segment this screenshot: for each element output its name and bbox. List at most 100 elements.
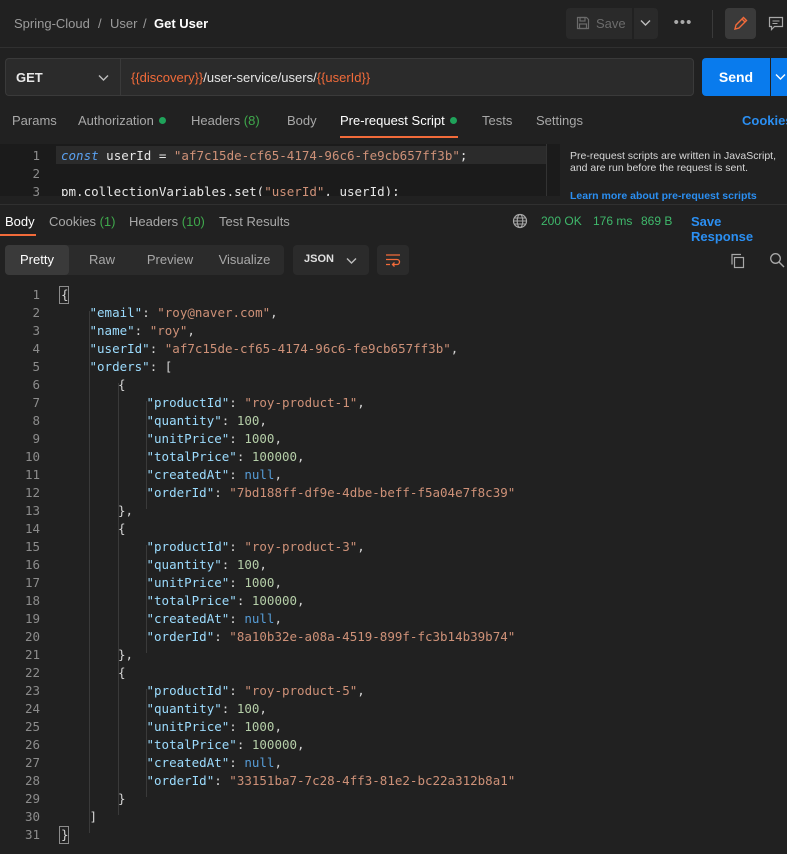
search-icon[interactable] [769,252,785,268]
breadcrumb-collection[interactable]: User [110,16,137,31]
json-key: "orderId" [146,485,215,500]
code-line: "quantity": 100, [147,413,267,428]
line-number: 19 [24,611,40,626]
globe-icon[interactable] [512,213,528,229]
send-button[interactable]: Send [702,58,770,96]
json-key: "totalPrice" [146,593,237,608]
code-line: "createdAt": null, [147,611,283,626]
response-body-viewer[interactable]: 1 {2 "email": "roy@naver.com", 3 "name": "ro… [0,285,787,854]
json-null: null [244,755,275,770]
learn-more-link[interactable]: Learn more about pre-request scripts [570,190,757,202]
json-punctuation: : [221,557,237,572]
code-line: "orderId": "33151ba7-7c28-4ff3-81e2-bc22… [147,773,516,788]
json-string: "33151ba7-7c28-4ff3-81e2-bc22a312b8a1" [229,773,516,788]
chevron-down-icon [775,74,786,80]
divider [712,10,713,38]
response-time[interactable]: 176 ms [593,214,632,228]
view-preview[interactable]: Preview [135,245,205,275]
format-label: JSON [304,253,334,265]
json-punctuation: : [236,449,252,464]
url-variable-userid: {{userId}} [316,70,371,85]
view-pretty[interactable]: Pretty [5,245,69,275]
code-line: }, [118,503,133,518]
json-key: "unitPrice" [146,719,230,734]
code-line: "email": "roy@naver.com", [90,305,278,320]
comments-button[interactable] [762,8,787,39]
status-dot [158,117,166,124]
json-key: "quantity" [146,413,222,428]
send-dropdown-button[interactable] [771,58,787,96]
format-select[interactable]: JSON [293,245,369,275]
line-number: 21 [24,647,40,662]
more-actions-button[interactable]: ••• [670,12,696,36]
code-line: "createdAt": null, [147,467,283,482]
json-punctuation: } [61,827,69,842]
code-line: { [118,665,126,680]
method-select[interactable]: GET [5,58,120,96]
response-tab-headers[interactable]: Headers (10) [129,214,205,229]
json-string: "roy-product-3" [244,539,358,554]
line-number: 1 [32,287,40,302]
tab-authorization[interactable]: Authorization [78,113,166,128]
json-punctuation: : [149,341,165,356]
tab-settings[interactable]: Settings [536,113,583,128]
code-line: "userId": "af7c15de-cf65-4174-96c6-fe9cb… [90,341,459,356]
breadcrumb-workspace[interactable]: Spring-Cloud [14,16,90,31]
copy-icon[interactable] [730,253,746,269]
json-key: "totalPrice" [146,737,237,752]
json-number: 100 [236,701,260,716]
view-visualize[interactable]: Visualize [205,245,284,275]
json-punctuation: : [229,431,245,446]
json-number: 1000 [244,431,275,446]
line-number: 11 [24,467,40,482]
save-button[interactable]: Save [566,8,632,39]
response-tab-test-results[interactable]: Test Results [219,214,290,229]
response-tab-body[interactable]: Body [5,214,35,229]
json-key: "createdAt" [146,467,230,482]
method-label: GET [16,70,43,85]
json-punctuation: , [274,755,282,770]
script-editor[interactable]: 1 2 3 const userId = "af7c15de-cf65-4174… [0,144,560,196]
code-text: userId = [98,148,174,163]
status-code[interactable]: 200 OK [541,214,582,228]
json-key: "productId" [146,683,230,698]
json-key: "totalPrice" [146,449,237,464]
page-title[interactable]: Get User [154,16,208,31]
divider [0,204,787,205]
save-group: Save [566,8,658,39]
editor-scrollbar[interactable] [546,144,561,196]
tab-body[interactable]: Body [287,113,317,128]
json-key: "orderId" [146,773,215,788]
tab-pre-request-script[interactable]: Pre-request Script [340,113,457,128]
url-input[interactable]: {{discovery}}/user-service/users/{{userI… [120,58,694,96]
edit-button[interactable] [725,8,756,39]
line-number: 31 [24,827,40,842]
wrap-lines-icon [386,254,401,267]
json-key: "quantity" [146,557,222,572]
json-punctuation: : [142,305,158,320]
tab-tests[interactable]: Tests [482,113,512,128]
line-number: 16 [24,557,40,572]
json-punctuation: : [229,719,245,734]
line-number: 22 [24,665,40,680]
json-punctuation: , [274,431,282,446]
json-punctuation: }, [118,503,134,518]
json-punctuation: : [229,575,245,590]
save-dropdown-button[interactable] [634,8,658,39]
json-key: "orders" [89,359,150,374]
wrap-lines-button[interactable] [377,245,409,275]
line-number: 2 [32,305,40,320]
tab-params[interactable]: Params [12,113,57,128]
json-punctuation: : [229,467,245,482]
json-punctuation: , [259,557,267,572]
json-punctuation: }, [118,647,134,662]
response-tab-cookies[interactable]: Cookies (1) [49,214,115,229]
json-punctuation: , [274,719,282,734]
tab-headers[interactable]: Headers (8) [191,113,260,128]
save-icon [576,16,590,30]
response-size[interactable]: 869 B [641,214,672,228]
view-raw[interactable]: Raw [69,245,135,275]
save-response-button[interactable]: Save Response [691,214,787,244]
json-punctuation: , [297,593,305,608]
cookies-link[interactable]: Cookies [742,113,787,128]
